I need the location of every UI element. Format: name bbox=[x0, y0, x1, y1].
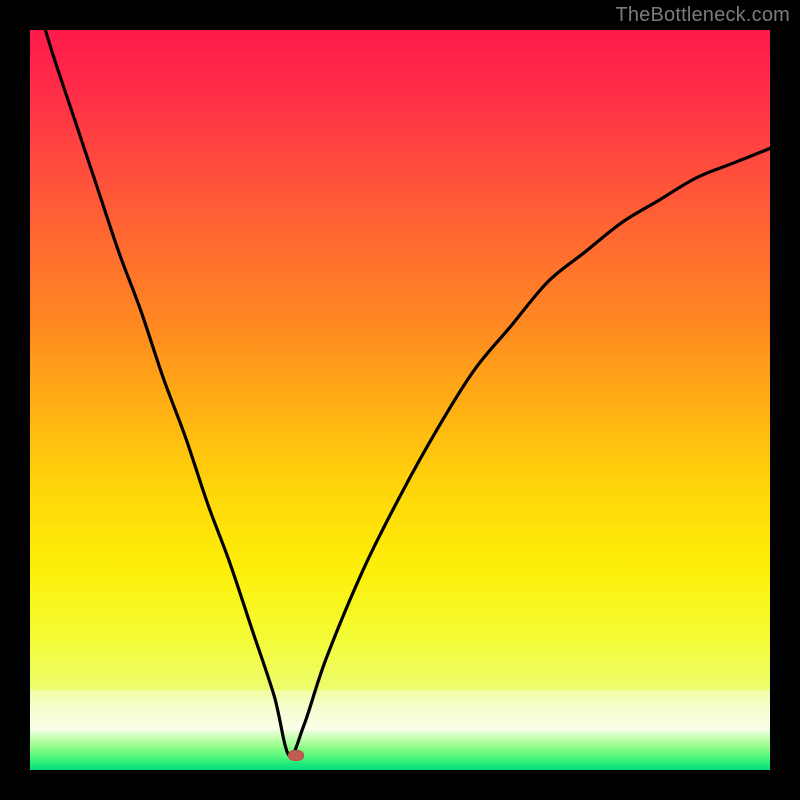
plot-area bbox=[30, 30, 770, 770]
curve-layer bbox=[30, 30, 770, 770]
frame: TheBottleneck.com bbox=[0, 0, 800, 800]
bottleneck-curve bbox=[30, 30, 770, 756]
watermark: TheBottleneck.com bbox=[615, 4, 790, 27]
bottleneck-marker bbox=[288, 750, 304, 761]
